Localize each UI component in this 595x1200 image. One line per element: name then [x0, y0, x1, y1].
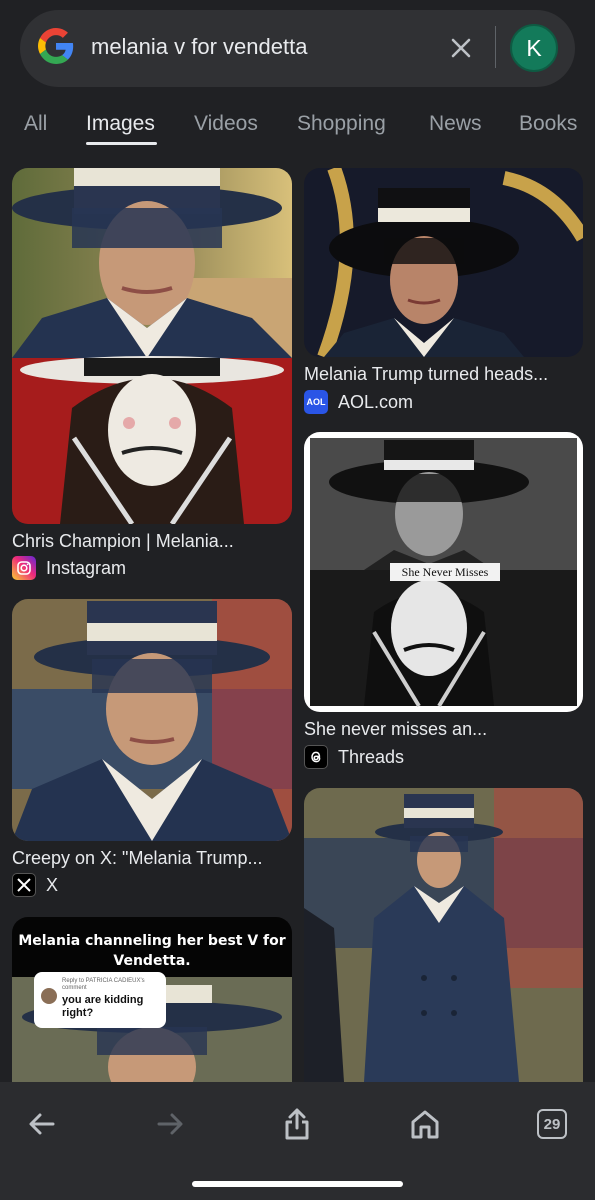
result-source-1[interactable]: Instagram [12, 556, 126, 580]
result-source-2[interactable]: X [12, 873, 58, 897]
melania-hat-image [12, 599, 292, 841]
image-overlay-caption: Melania channeling her best V for Vendet… [18, 933, 286, 969]
comment-bubble: Reply to PATRICIA CADIEUX's comment you … [34, 972, 166, 1028]
google-logo-icon [38, 28, 74, 64]
image-overlay-label: She Never Misses [390, 563, 500, 581]
result-source-label: X [46, 874, 59, 895]
melania-full-coat-image [304, 788, 583, 1082]
result-image-6[interactable] [304, 788, 583, 1082]
tab-videos[interactable]: Videos [194, 112, 258, 136]
result-title-4[interactable]: Melania Trump turned heads... [304, 364, 548, 385]
commenter-avatar [41, 988, 57, 1004]
result-image-4[interactable] [304, 168, 583, 357]
result-image-3[interactable]: Melania channeling her best V for Vendet… [12, 917, 292, 1082]
tab-shopping[interactable]: Shopping [297, 112, 386, 136]
result-source-4[interactable]: AOL AOL.com [304, 390, 413, 414]
melania-vendetta-split-image [12, 168, 292, 524]
threads-icon [304, 745, 328, 769]
result-image-1[interactable] [12, 168, 292, 524]
arrow-right-icon [157, 1113, 183, 1135]
result-source-5[interactable]: Threads [304, 745, 404, 769]
result-title-5[interactable]: She never misses an... [304, 719, 487, 740]
comment-reply-header: Reply to PATRICIA CADIEUX's comment [62, 978, 145, 991]
search-bar-divider [495, 26, 496, 68]
home-button[interactable] [401, 1100, 449, 1148]
result-title-2[interactable]: Creepy on X: "Melania Trump... [12, 848, 263, 869]
search-query-text[interactable]: melania v for vendetta [91, 34, 307, 60]
back-button[interactable] [18, 1100, 66, 1148]
share-button[interactable] [273, 1100, 321, 1148]
active-tab-indicator [86, 142, 157, 145]
result-image-2[interactable] [12, 599, 292, 841]
result-source-label: Threads [338, 746, 405, 767]
result-source-label: AOL.com [338, 391, 414, 412]
close-icon [451, 38, 471, 58]
result-title-1[interactable]: Chris Champion | Melania... [12, 531, 234, 552]
x-icon [12, 873, 36, 897]
instagram-icon [12, 556, 36, 580]
tab-images[interactable]: Images [86, 112, 155, 136]
tab-switcher-button[interactable]: 29 [528, 1100, 576, 1148]
home-icon [411, 1110, 439, 1139]
tab-news[interactable]: News [429, 112, 482, 136]
home-indicator[interactable] [192, 1181, 403, 1187]
tab-books[interactable]: Books [519, 112, 577, 136]
share-icon [285, 1108, 309, 1140]
account-avatar[interactable]: K [510, 24, 558, 72]
forward-button[interactable] [146, 1100, 194, 1148]
melania-inauguration-image [304, 168, 583, 357]
arrow-left-icon [29, 1113, 55, 1135]
comment-text: you are kidding right? [62, 994, 144, 1019]
tab-all[interactable]: All [24, 112, 47, 136]
aol-icon: AOL [304, 390, 328, 414]
clear-search-button[interactable] [447, 34, 475, 62]
tab-count: 29 [537, 1109, 567, 1139]
result-source-label: Instagram [46, 557, 127, 578]
result-image-5[interactable]: She Never Misses [304, 432, 583, 712]
